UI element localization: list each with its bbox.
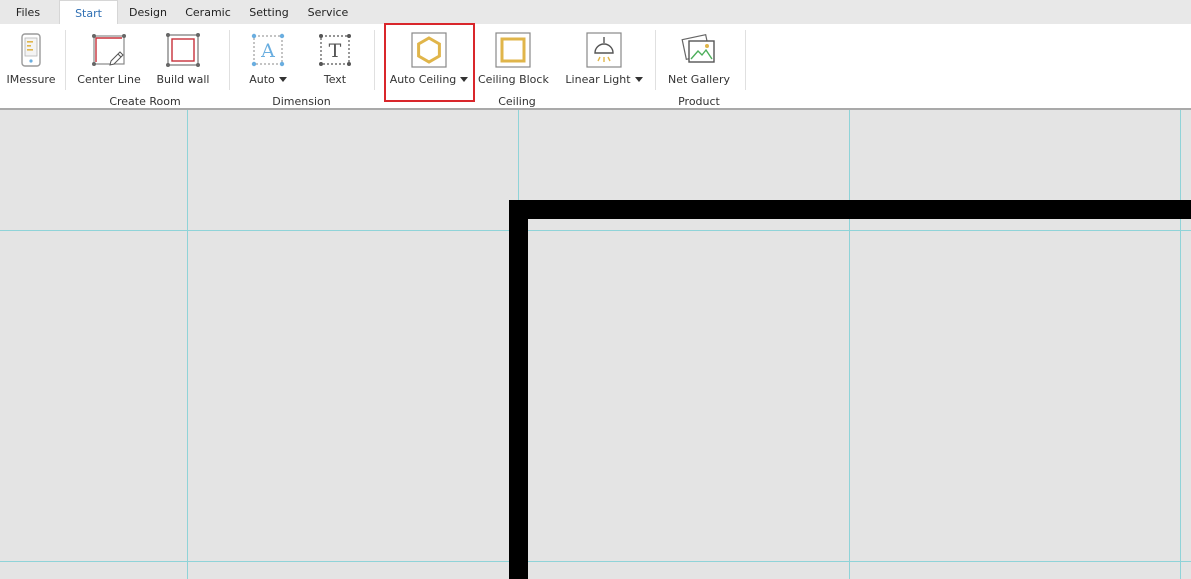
build-wall-button[interactable]: Build wall — [153, 24, 213, 90]
menu-tab-bar: Files Start Design Ceramic Setting Servi… — [0, 0, 1191, 24]
group-label-product: Product — [678, 95, 720, 108]
text-tool-icon: T — [317, 32, 353, 68]
linear-light-label: Linear Light — [560, 73, 648, 86]
ceiling-block-icon — [495, 32, 531, 68]
tab-start[interactable]: Start — [59, 0, 118, 24]
tab-setting[interactable]: Setting — [243, 0, 295, 24]
center-line-icon — [91, 32, 127, 68]
ribbon-toolbar: IMessure Center Line Build wall Create R… — [0, 24, 1191, 109]
group-label-ceiling: Ceiling — [498, 95, 536, 108]
build-wall-icon — [165, 32, 201, 68]
group-separator — [745, 30, 746, 90]
grid-line — [0, 561, 1191, 562]
hexagon-ceiling-icon — [411, 32, 447, 68]
tab-ceramic[interactable]: Ceramic — [181, 0, 235, 24]
measure-device-icon — [13, 32, 49, 68]
center-line-label: Center Line — [77, 73, 141, 86]
grid-line — [187, 110, 188, 579]
group-label-create-room: Create Room — [109, 95, 181, 108]
svg-text:T: T — [329, 40, 342, 62]
group-separator — [655, 30, 656, 90]
wall-segment-top[interactable] — [509, 200, 1191, 219]
chevron-down-icon[interactable] — [634, 76, 643, 82]
svg-text:A: A — [260, 40, 275, 62]
ceiling-block-button[interactable]: Ceiling Block — [478, 24, 549, 90]
text-dimension-label: Text — [323, 73, 347, 86]
text-dimension-button[interactable]: T Text — [307, 24, 363, 90]
gallery-icon — [681, 32, 717, 68]
tab-design[interactable]: Design — [122, 0, 174, 24]
group-separator — [65, 30, 66, 90]
group-label-dimension: Dimension — [272, 95, 331, 108]
imessure-label: IMessure — [6, 73, 56, 86]
auto-dimension-icon: A — [250, 32, 286, 68]
center-line-button[interactable]: Center Line — [76, 24, 142, 90]
grid-line — [0, 230, 1191, 231]
group-separator — [374, 30, 375, 90]
net-gallery-label: Net Gallery — [668, 73, 730, 86]
imessure-button[interactable]: IMessure — [4, 24, 58, 90]
net-gallery-button[interactable]: Net Gallery — [663, 24, 735, 90]
auto-dimension-label: Auto — [240, 73, 296, 86]
chevron-down-icon[interactable] — [460, 76, 469, 82]
grid-line — [849, 110, 850, 579]
grid-line — [1180, 110, 1181, 579]
tab-service[interactable]: Service — [302, 0, 354, 24]
auto-ceiling-button[interactable]: Auto Ceiling — [386, 24, 472, 90]
build-wall-label: Build wall — [156, 73, 210, 86]
auto-dimension-button[interactable]: A Auto — [240, 24, 296, 90]
ceiling-block-label: Ceiling Block — [478, 73, 549, 86]
pendant-lamp-icon — [586, 32, 622, 68]
wall-segment-left[interactable] — [509, 200, 528, 579]
tab-files[interactable]: Files — [4, 0, 52, 24]
drawing-canvas[interactable] — [0, 110, 1191, 579]
group-separator — [229, 30, 230, 90]
auto-ceiling-label: Auto Ceiling — [386, 73, 472, 86]
linear-light-button[interactable]: Linear Light — [560, 24, 648, 90]
chevron-down-icon[interactable] — [278, 76, 287, 82]
